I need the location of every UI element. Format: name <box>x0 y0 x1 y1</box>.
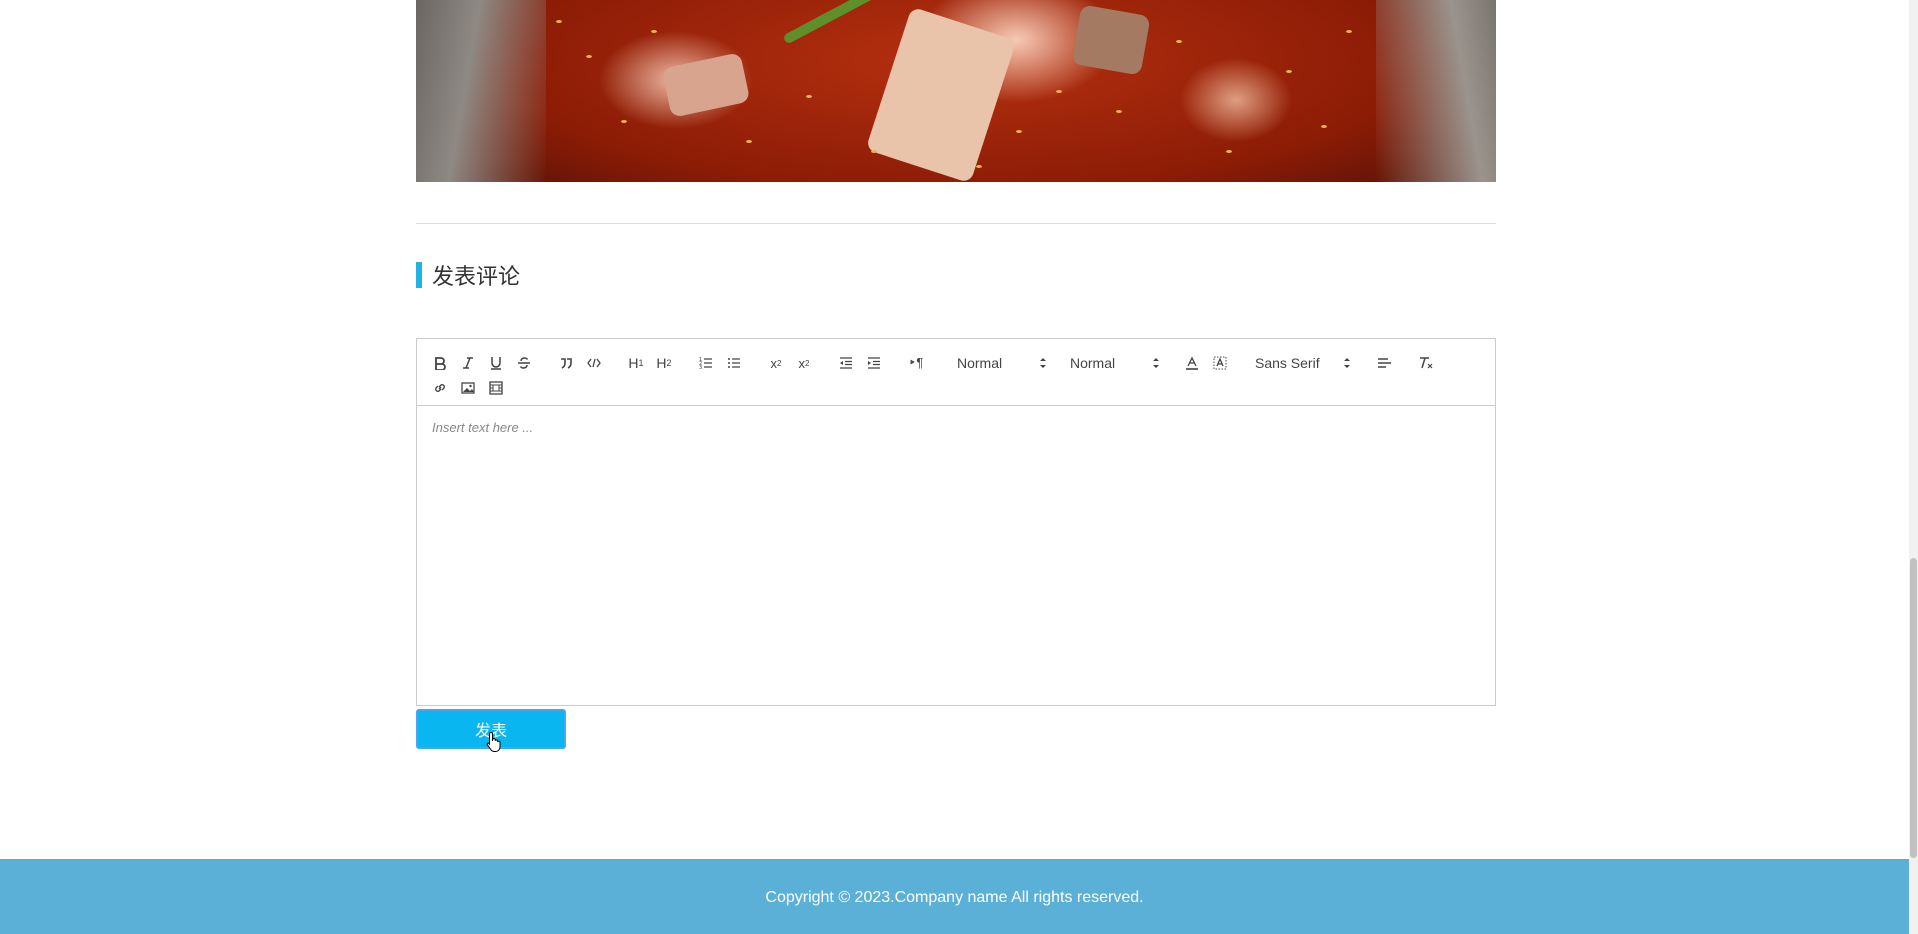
sesame-seed <box>1016 130 1022 133</box>
subscript-icon[interactable]: x2 <box>765 352 787 374</box>
background-color-icon[interactable] <box>1209 352 1231 374</box>
heading-accent-bar <box>416 262 422 288</box>
header-picker-value: Normal <box>957 355 1003 371</box>
veg-slice <box>661 52 751 118</box>
article-image <box>416 0 1496 182</box>
font-picker-value: Sans Serif <box>1255 355 1320 371</box>
comment-section-heading: 发表评论 <box>416 261 520 289</box>
sesame-seed <box>1346 30 1352 33</box>
editor-placeholder: Insert text here ... <box>432 420 534 435</box>
video-icon[interactable] <box>485 377 507 399</box>
hand-pointer-cursor-icon <box>486 731 501 752</box>
font-picker[interactable]: Sans Serif <box>1255 352 1351 374</box>
picker-arrow-icon <box>1153 358 1159 368</box>
outdent-icon[interactable] <box>835 352 857 374</box>
sesame-seed <box>1176 40 1182 43</box>
pot-rim-left <box>416 0 546 182</box>
veg-slice <box>782 0 920 45</box>
bold-icon[interactable] <box>429 352 451 374</box>
pot-rim-right <box>1376 0 1496 182</box>
sesame-seed <box>1321 125 1327 128</box>
header-2-icon[interactable]: H2 <box>653 352 675 374</box>
superscript-icon[interactable]: x2 <box>793 352 815 374</box>
copyright-text: Copyright © 2023.Company name All rights… <box>765 889 1144 906</box>
section-divider <box>416 223 1496 224</box>
sesame-seed <box>1226 150 1232 153</box>
sesame-seed <box>1286 70 1292 73</box>
sesame-seed <box>651 30 657 33</box>
text-color-icon[interactable] <box>1181 352 1203 374</box>
comment-section-title: 发表评论 <box>432 264 521 289</box>
comment-text-area[interactable]: Insert text here ... <box>417 406 1495 705</box>
sesame-seed <box>746 140 752 143</box>
scrollbar-thumb[interactable] <box>1910 558 1917 858</box>
code-block-icon[interactable] <box>583 352 605 374</box>
header-picker[interactable]: Normal <box>957 352 1047 374</box>
sesame-seed <box>556 20 562 23</box>
veg-slice <box>1071 4 1151 76</box>
page-scrollbar[interactable] <box>1909 0 1918 934</box>
ordered-list-icon[interactable]: 123 <box>695 352 717 374</box>
rich-text-editor: H1 H2 123 x2 x2 ‣¶ Normal Normal Sans Se… <box>416 338 1496 706</box>
svg-text:3: 3 <box>699 365 702 370</box>
sesame-seed <box>621 120 627 123</box>
sesame-seed <box>976 165 982 168</box>
image-icon[interactable] <box>457 377 479 399</box>
picker-arrow-icon <box>1040 358 1046 368</box>
editor-toolbar: H1 H2 123 x2 x2 ‣¶ Normal Normal Sans Se… <box>417 339 1495 406</box>
sesame-seed <box>586 55 592 58</box>
sesame-seed <box>806 95 812 98</box>
blockquote-icon[interactable] <box>555 352 577 374</box>
bullet-list-icon[interactable] <box>723 352 745 374</box>
direction-rtl-icon[interactable]: ‣¶ <box>905 352 927 374</box>
size-picker[interactable]: Normal <box>1070 352 1160 374</box>
picker-arrow-icon <box>1344 358 1350 368</box>
clean-format-icon[interactable] <box>1415 352 1437 374</box>
italic-icon[interactable] <box>457 352 479 374</box>
align-icon[interactable] <box>1373 352 1395 374</box>
veg-slice <box>865 6 1017 182</box>
indent-icon[interactable] <box>863 352 885 374</box>
strike-icon[interactable] <box>513 352 535 374</box>
sesame-seed <box>1056 90 1062 93</box>
link-icon[interactable] <box>429 377 451 399</box>
header-1-icon[interactable]: H1 <box>625 352 647 374</box>
site-footer: Copyright © 2023.Company name All rights… <box>0 859 1909 934</box>
size-picker-value: Normal <box>1070 355 1116 371</box>
sesame-seed <box>871 150 877 153</box>
underline-icon[interactable] <box>485 352 507 374</box>
sesame-seed <box>1116 110 1122 113</box>
